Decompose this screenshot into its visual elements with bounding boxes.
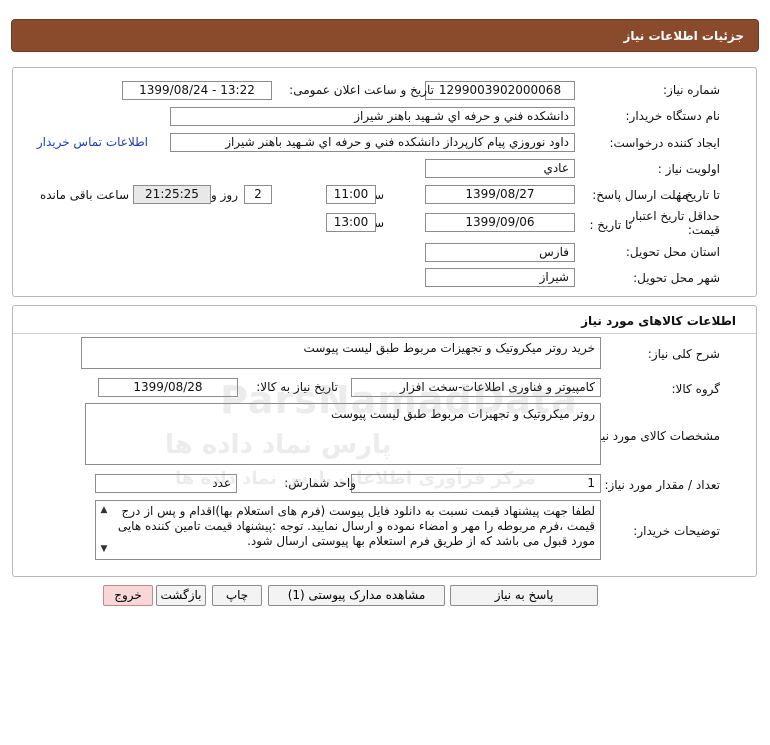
attachments-button[interactable]: مشاهده مدارک پیوستی (1) (268, 585, 445, 606)
spec-label: مشخصات کالای مورد نیاز: (588, 429, 720, 443)
goods-group-label: گروه کالا: (671, 382, 721, 396)
province-field: فارس (425, 243, 575, 262)
validity-time-field: 13:00 (326, 213, 376, 232)
announce-date-label: تاریخ و ساعت اعلان عمومی: (289, 83, 434, 97)
remaining-time-field: 21:25:25 (133, 185, 211, 204)
quantity-field: 1 (351, 474, 601, 493)
page-title: جزئیات اطلاعات نیاز (623, 29, 744, 43)
validity-label-2: قیمت: (687, 223, 720, 237)
need-number-label: شماره نیاز: (663, 83, 720, 97)
chevron-down-icon[interactable]: ▼ (101, 542, 108, 557)
section-divider (13, 333, 756, 334)
province-label: استان محل تحویل: (625, 245, 720, 259)
city-label: شهر محل تحویل: (633, 271, 720, 285)
notes-text: لطفا جهت پیشنهاد قیمت نسبت به دانلود فای… (117, 504, 595, 548)
validity-date-field: 1399/09/06 (425, 213, 575, 232)
priority-label: اولویت نیاز : (657, 162, 720, 176)
quantity-label: تعداد / مقدار مورد نیاز: (604, 478, 720, 492)
exit-button[interactable]: خروج (103, 585, 153, 606)
print-button[interactable]: چاپ (212, 585, 262, 606)
creator-label: ایجاد کننده درخواست: (609, 136, 720, 150)
deadline-date-field: 1399/08/27 (425, 185, 575, 204)
back-button[interactable]: بازگشت (156, 585, 206, 606)
unit-label: واحد شمارش: (284, 476, 356, 490)
chevron-up-icon[interactable]: ▲ (101, 503, 108, 518)
remaining-days-field: 2 (244, 185, 272, 204)
deadline-time-field: 11:00 (326, 185, 376, 204)
need-date-field: 1399/08/28 (98, 378, 238, 397)
validity-label: حداقل تاریخ اعتبار (629, 209, 720, 223)
need-date-label: تاریخ نیاز به کالا: (256, 380, 338, 394)
buyer-field: دانشکده فني و حرفه اي شـهيد باهنر شيراز (170, 107, 575, 126)
notes-label: توضیحات خریدار: (633, 524, 720, 538)
need-number-field: 1299003902000068 (425, 81, 575, 100)
creator-field: داود نوروزي پيام کارپرداز دانشکده فني و … (170, 133, 575, 152)
announce-date-field: 1399/08/24 - 13:22 (122, 81, 272, 100)
notes-textarea[interactable]: لطفا جهت پیشنهاد قیمت نسبت به دانلود فای… (95, 500, 601, 560)
reply-button[interactable]: پاسخ به نیاز (450, 585, 598, 606)
days-label: روز و (211, 188, 238, 202)
goods-section-title: اطلاعات کالاهای مورد نیاز (581, 314, 736, 328)
buyer-label: نام دستگاه خریدار: (625, 109, 721, 123)
summary-label: شرح کلی نیاز: (647, 347, 720, 361)
buyer-contact-link[interactable]: اطلاعات تماس خریدار (37, 135, 148, 149)
goods-panel: اطلاعات کالاهای مورد نیاز شرح کلی نیاز: … (12, 305, 757, 577)
goods-group-field: کامپیوتر و فناوری اطلاعات-سخت افزار (351, 378, 601, 397)
priority-field: عادي (425, 159, 575, 178)
validity-to-date-label: تا تاریخ : (589, 218, 632, 232)
deadline-to-date-label: تا تاریخ : (677, 188, 720, 202)
city-field: شیراز (425, 268, 575, 287)
summary-field: خريد روتر ميکروتيک و تجهيزات مربوط طبق ل… (81, 337, 601, 369)
deadline-label: مهلت ارسال پاسخ: (592, 188, 688, 202)
need-info-panel: شماره نیاز: 1299003902000068 تاریخ و ساع… (12, 67, 757, 297)
spec-field: روتر ميکروتيک و تجهيزات مربوط طبق ليست پ… (85, 403, 601, 465)
unit-field: عدد (95, 474, 237, 493)
remaining-label: ساعت باقی مانده (39, 188, 129, 202)
notes-scrollbar[interactable]: ▲ ▼ (98, 503, 110, 557)
page-header: جزئیات اطلاعات نیاز (11, 19, 759, 52)
